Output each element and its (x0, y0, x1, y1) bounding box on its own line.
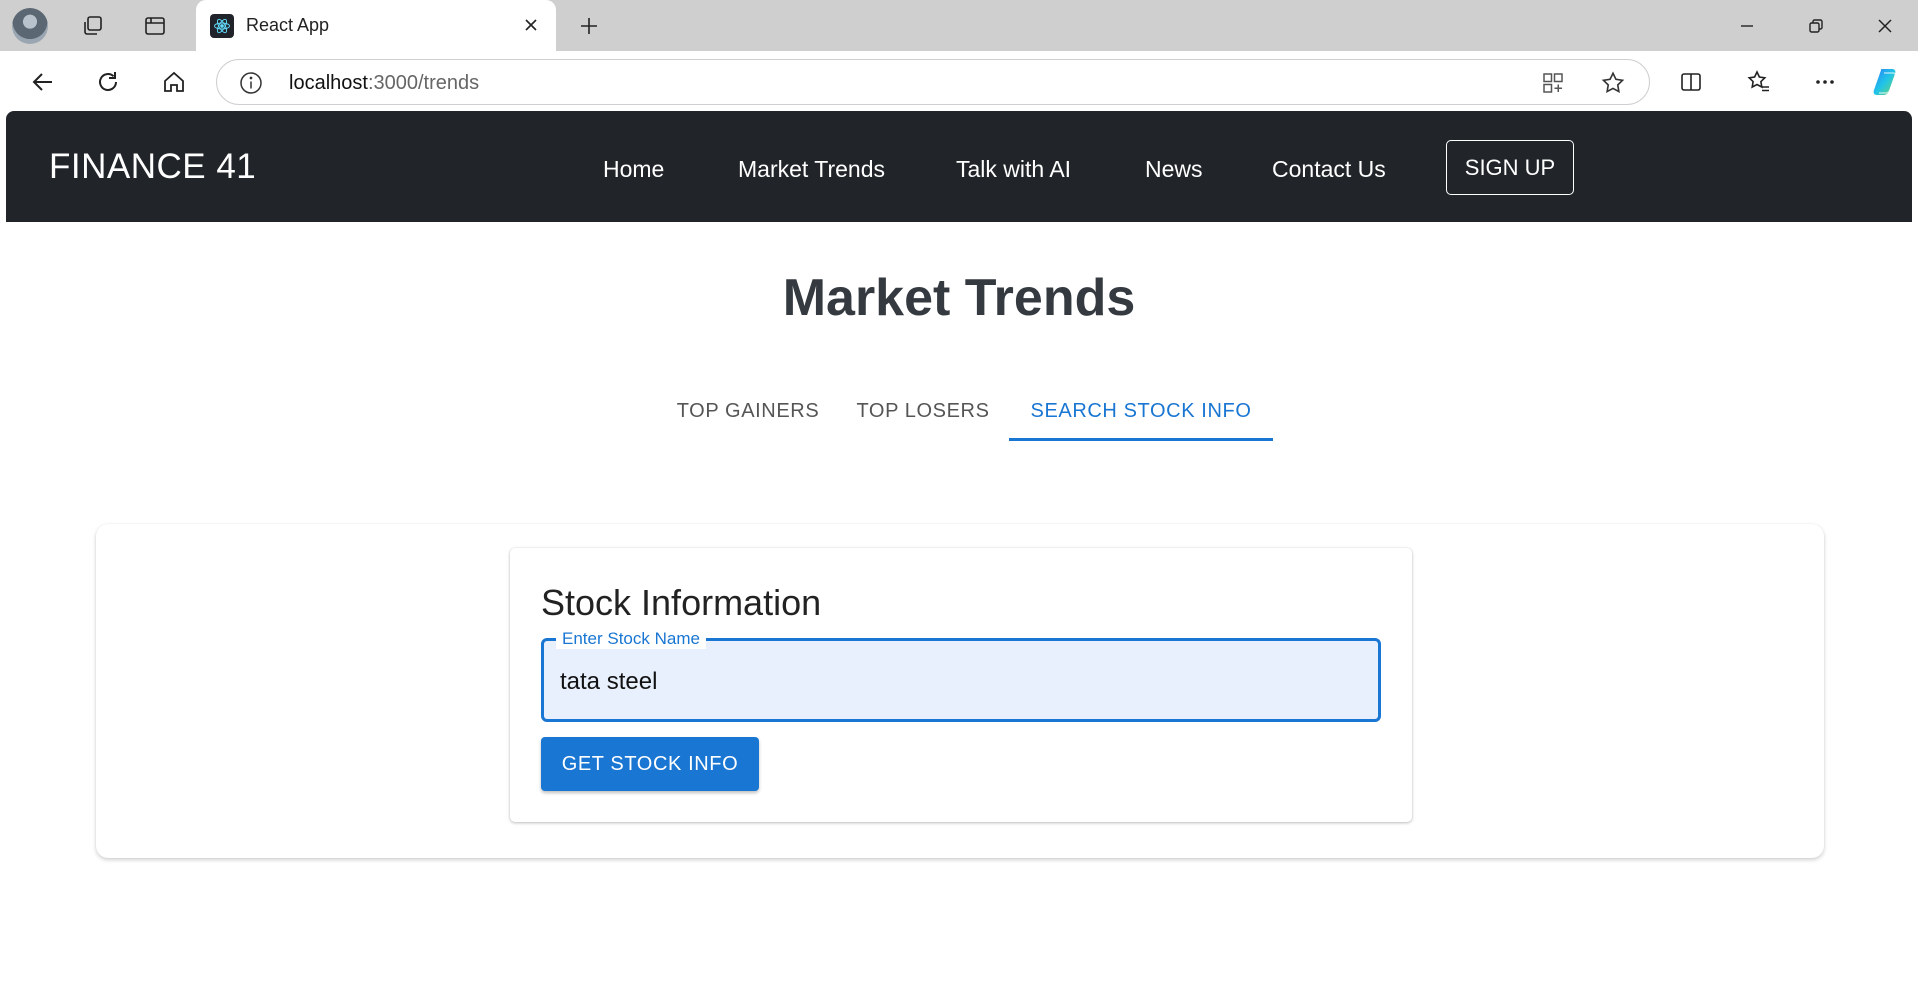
tab-title: React App (246, 15, 330, 35)
window-close-icon[interactable] (1860, 8, 1910, 44)
star-icon[interactable] (1599, 69, 1627, 97)
tab-search-stock-info[interactable]: SEARCH STOCK INFO (1009, 382, 1273, 440)
url-path: :3000/trends (367, 72, 480, 94)
browser-tab-active[interactable]: React App (196, 0, 556, 51)
plus-icon[interactable] (572, 9, 606, 43)
get-stock-info-button[interactable]: GET STOCK INFO (541, 737, 759, 791)
workspaces-icon[interactable] (76, 9, 110, 43)
url-host: localhost (289, 72, 368, 94)
profile-avatar[interactable] (12, 8, 48, 44)
stock-info-card: Stock Information Enter Stock Name GET S… (510, 548, 1412, 822)
card-title: Stock Information (541, 582, 822, 623)
nav-link-market-trends[interactable]: Market Trends (738, 156, 885, 183)
stock-name-field[interactable]: Enter Stock Name (541, 629, 1381, 722)
address-bar[interactable]: localhost:3000/trends (216, 59, 1650, 105)
split-screen-icon[interactable] (1672, 63, 1710, 101)
close-icon[interactable] (518, 12, 544, 38)
more-icon[interactable] (1806, 63, 1844, 101)
signup-button[interactable]: SIGN UP (1446, 140, 1574, 195)
nav-link-talk-with-ai[interactable]: Talk with AI (956, 156, 1071, 183)
app-navbar: FINANCE 41 Home Market Trends Talk with … (6, 111, 1912, 222)
tab-panel-card: Stock Information Enter Stock Name GET S… (96, 524, 1824, 858)
copilot-icon[interactable] (1868, 63, 1906, 101)
react-favicon (210, 14, 234, 38)
nav-link-contact-us[interactable]: Contact Us (1272, 156, 1386, 183)
restore-icon[interactable] (1791, 8, 1841, 44)
browser-tab-bar: React App (0, 0, 1918, 51)
refresh-icon[interactable] (89, 63, 127, 101)
page-title: Market Trends (782, 269, 1136, 327)
stock-name-input[interactable] (560, 665, 1360, 699)
nav-link-home[interactable]: Home (603, 156, 664, 183)
tab-top-losers[interactable]: TOP LOSERS (838, 382, 1008, 440)
url-text: localhost:3000/trends (289, 72, 479, 95)
info-icon[interactable] (239, 71, 263, 95)
nav-link-news[interactable]: News (1145, 156, 1203, 183)
active-tab-indicator (1009, 438, 1273, 441)
browser-toolbar: localhost:3000/trends (0, 51, 1918, 111)
page-viewport: FINANCE 41 Home Market Trends Talk with … (6, 111, 1912, 996)
back-arrow-icon[interactable] (24, 63, 62, 101)
apps-icon[interactable] (1539, 69, 1567, 97)
tab-top-gainers[interactable]: TOP GAINERS (658, 382, 838, 440)
tab-actions-icon[interactable] (138, 9, 172, 43)
favorites-icon[interactable] (1740, 63, 1778, 101)
market-tabs: TOP GAINERS TOP LOSERS SEARCH STOCK INFO (6, 382, 1912, 442)
minimize-icon[interactable] (1722, 8, 1772, 44)
brand-logo[interactable]: FINANCE 41 (49, 147, 256, 187)
stock-name-label: Enter Stock Name (556, 629, 706, 649)
home-icon[interactable] (155, 63, 193, 101)
